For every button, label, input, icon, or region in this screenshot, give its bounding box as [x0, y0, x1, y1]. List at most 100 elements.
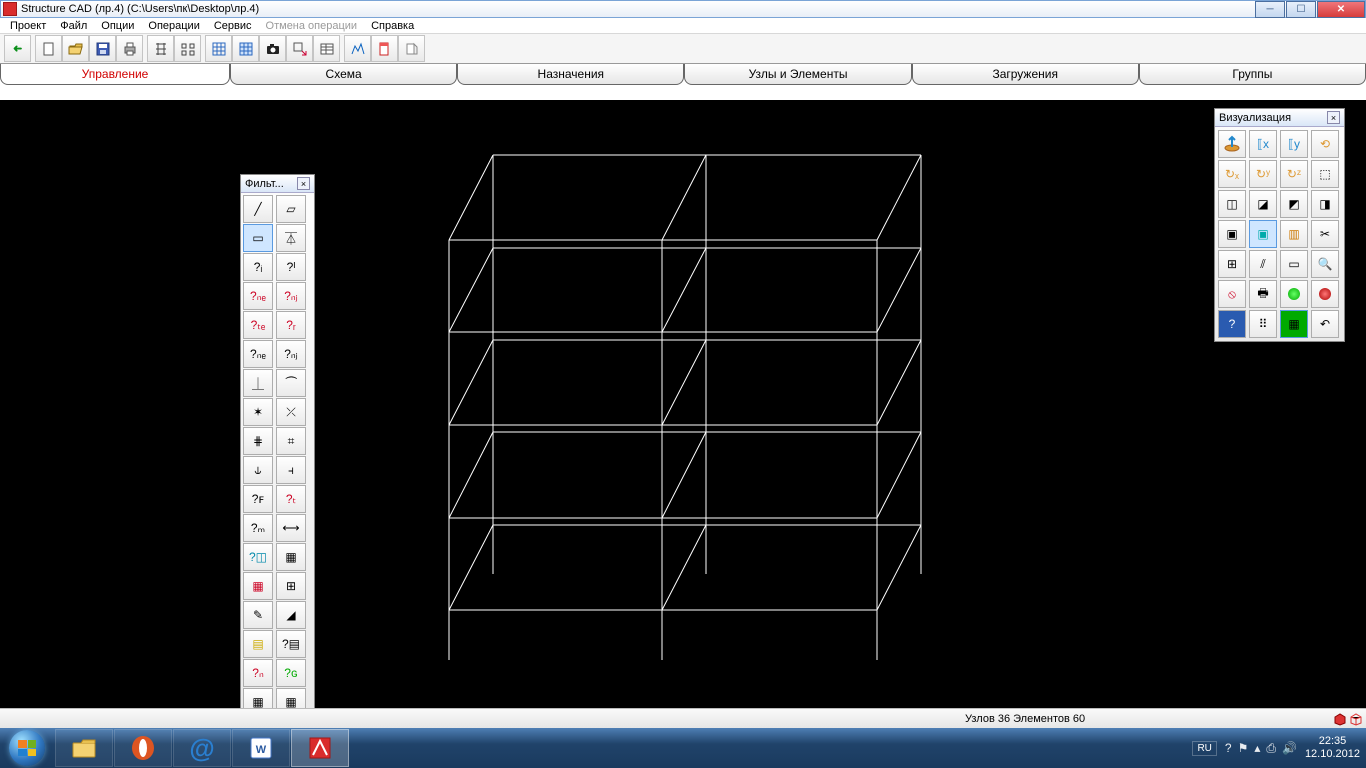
menu-operations[interactable]: Операции — [142, 20, 205, 32]
task-scad[interactable] — [291, 729, 349, 767]
grid2-icon[interactable] — [232, 35, 259, 62]
menu-file[interactable]: Файл — [54, 20, 93, 32]
minimize-button[interactable]: ─ — [1255, 1, 1285, 18]
tab-assignments[interactable]: Назначения — [457, 64, 684, 85]
vis-btn-gridview[interactable]: ⊞ — [1218, 250, 1246, 278]
tab-loadings[interactable]: Загружения — [912, 64, 1139, 85]
menu-project[interactable]: Проект — [4, 20, 52, 32]
filter-btn-qn[interactable]: ?ₙ — [243, 659, 273, 687]
status-cube-wireframe[interactable] — [1349, 712, 1363, 726]
vis-btn-nozoom[interactable]: ⦸ — [1218, 280, 1246, 308]
vis-btn-right[interactable]: ◨ — [1311, 190, 1339, 218]
vis-btn-print[interactable]: 🖶 — [1249, 280, 1277, 308]
visualization-panel-close[interactable]: × — [1327, 111, 1340, 124]
task-mail[interactable]: @ — [173, 729, 231, 767]
tab-schema[interactable]: Схема — [230, 64, 457, 85]
visualization-panel-title[interactable]: Визуализация × — [1215, 109, 1344, 127]
filter-btn-ne2[interactable]: ?ₙₑ — [243, 340, 273, 368]
vis-btn-info[interactable]: ? — [1218, 310, 1246, 338]
filter-btn-er1[interactable]: ✎ — [243, 601, 273, 629]
tray-arrow-icon[interactable]: ▴ — [1254, 741, 1260, 755]
filter-btn-box[interactable]: ▭ — [243, 224, 273, 252]
analysis-icon[interactable] — [344, 35, 371, 62]
filter-btn-nj[interactable]: ?ₙⱼ — [276, 282, 306, 310]
visualization-panel[interactable]: Визуализация × ⟦x ⟦y ⟲ ↻ₓ ↻ʸ ↻ᶻ ⬚ ◫ ◪ ◩ … — [1214, 108, 1345, 342]
filter-btn-b2[interactable]: ⊞ — [276, 572, 306, 600]
tray-language[interactable]: RU — [1192, 741, 1216, 756]
results-icon[interactable] — [371, 35, 398, 62]
elements-icon[interactable] — [174, 35, 201, 62]
print-button[interactable] — [116, 35, 143, 62]
tray-network-icon[interactable]: ⎙ — [1266, 741, 1276, 756]
filter-panel-title[interactable]: Фильт... × — [241, 175, 314, 193]
task-word[interactable]: W — [232, 729, 290, 767]
filter-btn-er2[interactable]: ◢ — [276, 601, 306, 629]
fragment-icon[interactable] — [286, 35, 313, 62]
maximize-button[interactable]: ☐ — [1286, 1, 1316, 18]
vis-btn-zoom[interactable]: 🔍 — [1311, 250, 1339, 278]
filter-btn-qf[interactable]: ?ꜰ — [243, 485, 273, 513]
vis-btn-back[interactable]: ◪ — [1249, 190, 1277, 218]
filter-btn-l2[interactable]: ?▤ — [276, 630, 306, 658]
vis-btn-undo[interactable]: ↶ — [1311, 310, 1339, 338]
filter-btn-qg[interactable]: ?ɢ — [276, 659, 306, 687]
filter-btn-beam2[interactable]: ⫞ — [276, 456, 306, 484]
new-button[interactable] — [35, 35, 62, 62]
menu-service[interactable]: Сервис — [208, 20, 258, 32]
filter-btn-l1[interactable]: ▤ — [243, 630, 273, 658]
filter-btn-eraser[interactable]: ▱ — [276, 195, 306, 223]
filter-btn-nj2[interactable]: ?ₙⱼ — [276, 340, 306, 368]
vis-btn-top[interactable]: ▣ — [1218, 220, 1246, 248]
filter-btn-support[interactable]: ⏄ — [276, 224, 306, 252]
nodes-icon[interactable] — [147, 35, 174, 62]
vis-btn-proj-x[interactable]: ⟦x — [1249, 130, 1277, 158]
open-button[interactable] — [62, 35, 89, 62]
filter-btn-info[interactable]: ?◫ — [243, 543, 273, 571]
filter-btn-b1[interactable]: ▦ — [243, 572, 273, 600]
report-icon[interactable] — [398, 35, 425, 62]
tray-flag-icon[interactable]: ⚑ — [1238, 741, 1249, 755]
vis-btn-orbit-z[interactable]: ↻ᶻ — [1280, 160, 1308, 188]
vis-btn-green[interactable] — [1280, 280, 1308, 308]
task-opera[interactable] — [114, 729, 172, 767]
vis-btn-dots[interactable]: ⠿ — [1249, 310, 1277, 338]
filter-btn-qt[interactable]: ?ₜ — [276, 485, 306, 513]
vis-btn-orbit-x[interactable]: ↻ₓ — [1218, 160, 1246, 188]
filter-btn-qm[interactable]: ?ₘ — [243, 514, 273, 542]
vis-btn-section[interactable]: ▥ — [1280, 220, 1308, 248]
vis-btn-floors[interactable]: ⫽ — [1249, 250, 1277, 278]
close-button[interactable]: ✕ — [1317, 1, 1365, 18]
status-cube-red[interactable] — [1333, 712, 1347, 726]
vis-btn-proj-y[interactable]: ⟦y — [1280, 130, 1308, 158]
vis-btn-clip[interactable]: ✂ — [1311, 220, 1339, 248]
vis-btn-fill[interactable]: ▦ — [1280, 310, 1308, 338]
vis-btn-left[interactable]: ◩ — [1280, 190, 1308, 218]
filter-btn-axis2[interactable]: ⤫ — [276, 398, 306, 426]
filter-btn-hash2[interactable]: ⌗ — [276, 427, 306, 455]
exit-button[interactable]: ➜ — [4, 35, 31, 62]
filter-btn-sup1[interactable]: ⏊ — [243, 369, 273, 397]
table-icon[interactable] — [313, 35, 340, 62]
vis-btn-iso[interactable]: ⬚ — [1311, 160, 1339, 188]
vis-btn-view3d[interactable] — [1218, 130, 1246, 158]
filter-btn-ne[interactable]: ?ₙₑ — [243, 282, 273, 310]
filter-btn-hash1[interactable]: ⋕ — [243, 427, 273, 455]
filter-panel-close[interactable]: × — [297, 177, 310, 190]
tab-groups[interactable]: Группы — [1139, 64, 1366, 85]
tray-help-icon[interactable]: ? — [1225, 741, 1232, 755]
save-button[interactable] — [89, 35, 116, 62]
menu-options[interactable]: Опции — [95, 20, 140, 32]
camera-icon[interactable] — [259, 35, 286, 62]
filter-btn-beam1[interactable]: ⫝ — [243, 456, 273, 484]
model-viewport[interactable] — [0, 100, 1366, 728]
vis-btn-orbit-y[interactable]: ↻ʸ — [1249, 160, 1277, 188]
vis-btn-red[interactable] — [1311, 280, 1339, 308]
tray-clock[interactable]: 22:35 12.10.2012 — [1305, 735, 1360, 761]
vis-btn-rotate[interactable]: ⟲ — [1311, 130, 1339, 158]
vis-btn-front[interactable]: ◫ — [1218, 190, 1246, 218]
vis-btn-frame[interactable]: ▭ — [1280, 250, 1308, 278]
tab-management[interactable]: Управление — [0, 64, 230, 85]
filter-btn-dim[interactable]: ⟷ — [276, 514, 306, 542]
tray-volume-icon[interactable]: 🔊 — [1282, 741, 1297, 755]
filter-btn-line[interactable]: ╱ — [243, 195, 273, 223]
